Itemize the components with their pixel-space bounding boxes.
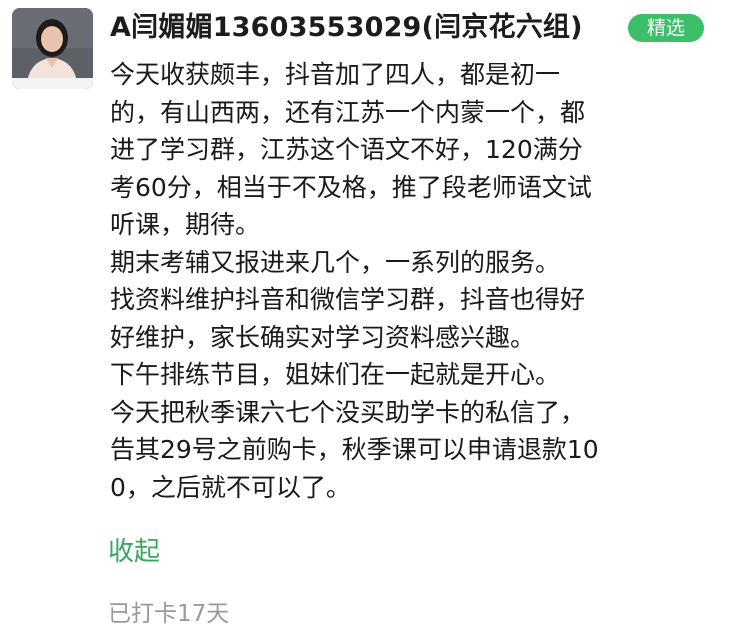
post-text-line: 听课，期待。 (110, 210, 261, 239)
post-text-line: 今天把秋季课六七个没买助学卡的私信了， (110, 397, 586, 427)
post-text-line: 考60分，相当于不及格，推了段老师语文试 (110, 172, 592, 202)
collapse-button[interactable]: 收起 (108, 532, 160, 572)
post-body: 今天收获颇丰，抖音加了四人，都是初一 的，有山西两，还有江苏一个内蒙一个，都 进… (110, 56, 715, 506)
avatar-portrait-image (12, 8, 93, 89)
avatar[interactable] (12, 8, 93, 89)
post-text-line: 下午排练节目，姐妹们在一起就是开心。 (110, 360, 561, 389)
featured-badge: 精选 (628, 14, 704, 42)
post-text-line: 找资料维护抖音和微信学习群，抖音也得好 (110, 285, 586, 314)
post-text-line: 0，之后就不可以了。 (110, 472, 351, 502)
post-text-line: 今天收获颇丰，抖音加了四人，都是初一 (110, 60, 561, 89)
checkin-days-status: 已打卡17天 (108, 601, 230, 627)
post-text-line: 告其29号之前购卡，秋季课可以申请退款10 (110, 435, 599, 464)
post-text-line: 好维护，家长确实对学习资料感兴趣。 (110, 322, 536, 352)
post-text-line: 的，有山西两，还有江苏一个内蒙一个，都 (110, 97, 586, 127)
post-text-line: 期末考辅又报进来几个，一系列的服务。 (110, 247, 561, 277)
post-text-line: 进了学习群，江苏这个语文不好，120满分 (110, 135, 583, 164)
author-name[interactable]: A闫媚媚13603553029(闫京花六组) (110, 8, 583, 48)
